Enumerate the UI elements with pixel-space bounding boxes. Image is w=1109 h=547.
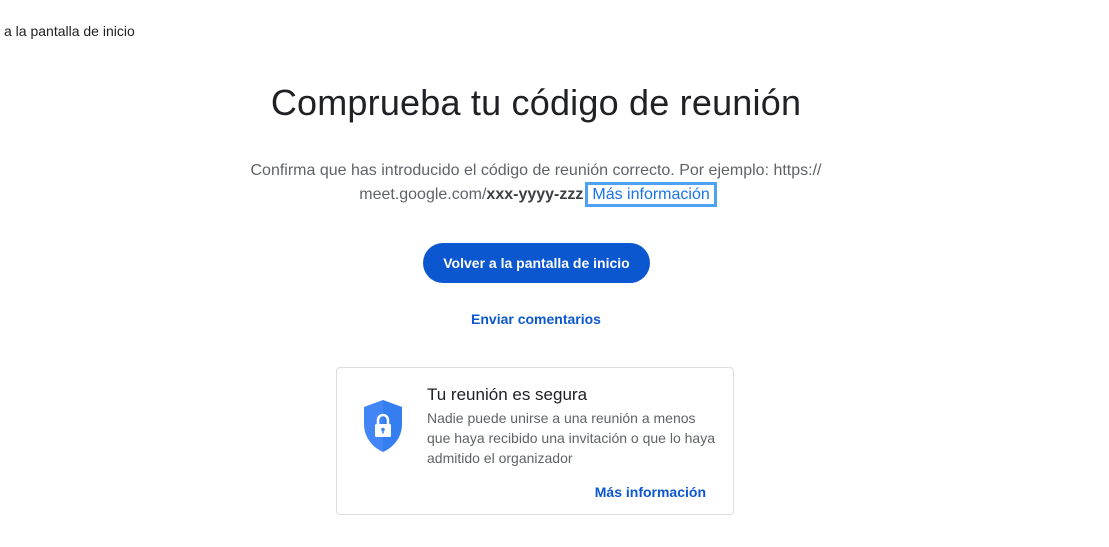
description-url-prefix: meet.google.com/ (359, 186, 487, 203)
skip-to-home-link[interactable]: a la pantalla de inicio (4, 23, 135, 39)
description: Confirma que has introducido el código d… (236, 159, 836, 207)
description-line1: Confirma que has introducido el código d… (250, 162, 822, 179)
send-feedback-link[interactable]: Enviar comentarios (0, 311, 1072, 327)
security-card-text: Nadie puede unirse a una reunión a menos… (427, 410, 715, 466)
page: a la pantalla de inicio Comprueba tu cód… (0, 0, 1109, 547)
security-more-info-link[interactable]: Más información (595, 484, 706, 500)
page-title: Comprueba tu código de reunión (270, 82, 802, 123)
security-card: Tu reunión es segura Nadie puede unirse … (336, 367, 734, 515)
meeting-code-example: xxx-yyyy-zzz (486, 186, 584, 203)
more-info-link[interactable]: Más información (585, 182, 717, 207)
security-card-title: Tu reunión es segura (427, 385, 588, 404)
return-home-button[interactable]: Volver a la pantalla de inicio (423, 243, 650, 283)
shield-lock-icon (364, 400, 402, 452)
